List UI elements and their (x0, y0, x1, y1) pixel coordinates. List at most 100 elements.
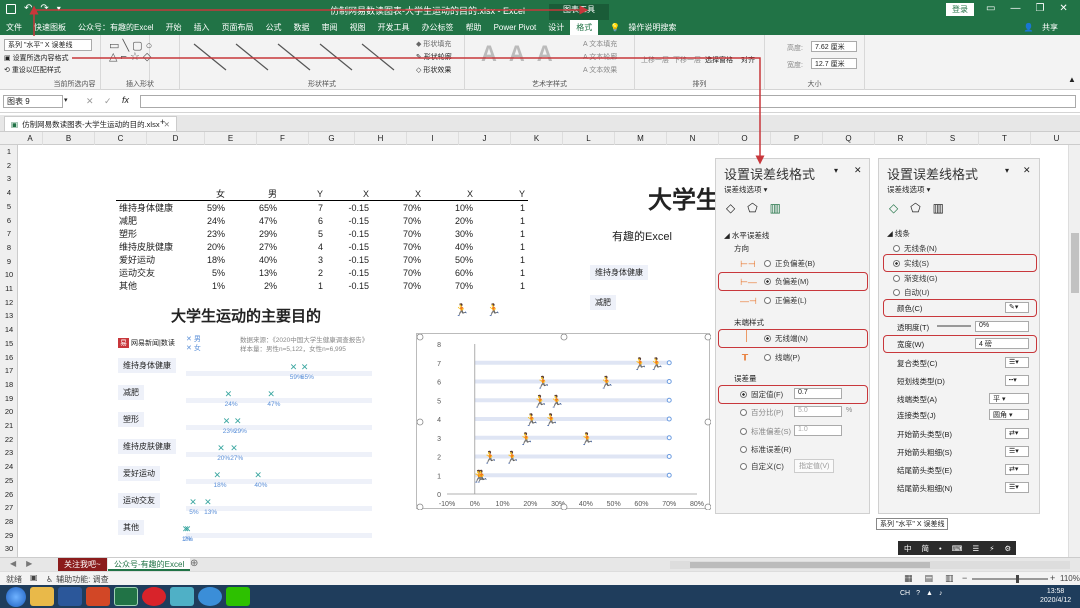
option-custom[interactable]: 自定义(C) (740, 460, 784, 473)
table-cell[interactable]: 70% (372, 214, 424, 227)
close-icon[interactable]: ✕ (1059, 3, 1067, 14)
wordart-gallery[interactable]: AAA (481, 41, 565, 67)
zoom-thumb[interactable] (1016, 575, 1019, 583)
name-box-dropdown-icon[interactable]: ▾ (64, 96, 68, 104)
table-cell[interactable]: -0.15 (326, 279, 372, 292)
column-header[interactable]: Q (823, 132, 875, 145)
column-header[interactable]: B (43, 132, 95, 145)
row-header[interactable]: 5 (0, 200, 18, 213)
row-header[interactable]: 24 (0, 460, 18, 473)
row-header[interactable]: 29 (0, 529, 18, 542)
table-cell[interactable]: 10% (424, 201, 476, 215)
tab-formulas[interactable]: 公式 (260, 20, 288, 35)
text-effect-button[interactable]: A 文本效果 (583, 65, 617, 75)
format-selection-button[interactable]: ▣ 设置所选内容格式 (4, 53, 69, 63)
radio-plus[interactable] (764, 297, 771, 304)
radio-percent[interactable] (740, 409, 747, 416)
option-minus[interactable]: 负偏差(M) (764, 275, 809, 288)
column-header[interactable]: T (979, 132, 1031, 145)
table-cell[interactable]: 维持皮肤健康 (116, 240, 176, 253)
shape-gallery[interactable]: ▭ ╲ ▢ ○ △ ⌐ ☆ ◇ (109, 41, 152, 63)
table-cell[interactable]: 13% (228, 266, 280, 279)
table-cell[interactable]: -0.15 (326, 240, 372, 253)
row-header[interactable]: 1 (0, 145, 18, 158)
column-header[interactable]: O (719, 132, 771, 145)
table-cell[interactable]: 1 (476, 279, 528, 292)
option-cap[interactable]: 线端(P) (764, 351, 800, 364)
tab-layout[interactable]: 页面布局 (216, 20, 260, 35)
row-header[interactable]: 23 (0, 446, 18, 459)
radio-solid[interactable] (893, 260, 900, 267)
table-cell[interactable]: 2% (228, 279, 280, 292)
ime-punct-icon[interactable]: • (939, 544, 942, 553)
table-cell[interactable]: -0.15 (326, 253, 372, 266)
add-sheet-button[interactable]: ⊕ (190, 558, 198, 569)
option-stddev[interactable]: 标准偏差(S) (740, 425, 791, 438)
column-header[interactable]: U (1031, 132, 1080, 145)
pane-menu-icon[interactable]: ▾ (834, 166, 838, 175)
join-type-select[interactable]: 圆角 ▾ (989, 409, 1029, 420)
bar-options-icon[interactable]: ▥ (770, 201, 781, 215)
height-input[interactable]: 7.62 厘米 (811, 41, 857, 52)
page-break-icon[interactable]: ▥ (945, 573, 954, 584)
width-input[interactable]: 12.7 厘米 (811, 58, 857, 69)
send-backward-button[interactable]: 下移一层 (673, 55, 701, 65)
radio-stderr[interactable] (740, 446, 747, 453)
normal-view-icon[interactable]: ▦ (904, 573, 913, 584)
row-header[interactable]: 3 (0, 172, 18, 185)
radio-fixed[interactable] (740, 391, 747, 398)
radio-stddev[interactable] (740, 428, 747, 435)
selection-pane-button[interactable]: 选择窗格 (705, 55, 733, 65)
ime-tray-icon[interactable]: CH (900, 590, 910, 597)
row-header[interactable]: 19 (0, 392, 18, 405)
row-header[interactable]: 16 (0, 351, 18, 364)
radio-custom[interactable] (740, 463, 747, 470)
fixed-value-input[interactable]: 0.7 (794, 388, 842, 399)
column-header[interactable]: F (257, 132, 309, 145)
pane-subtitle[interactable]: 误差线选项 ▾ (887, 184, 930, 195)
sheet-prev-icon[interactable]: ◀ (10, 559, 16, 568)
help-tray-icon[interactable]: ? (916, 590, 920, 597)
table-cell[interactable]: -0.15 (326, 201, 372, 215)
zoom-in-icon[interactable]: + (1050, 573, 1055, 583)
table-cell[interactable]: 70% (372, 227, 424, 240)
name-box[interactable]: 图表 9 (3, 95, 63, 108)
end-arrow-size-picker[interactable]: ☰▾ (1005, 482, 1029, 493)
accessibility-status[interactable]: ♿ 辅助功能: 调查 (46, 574, 109, 585)
table-cell[interactable]: 维持身体健康 (116, 201, 176, 215)
row-header[interactable]: 15 (0, 337, 18, 350)
table-cell[interactable]: 23% (176, 227, 228, 240)
width-input[interactable]: 4 磅 (975, 338, 1029, 349)
sheet-tab-main[interactable]: 公众号-有趣的Excel (108, 558, 191, 571)
option-fixed[interactable]: 固定值(F) (740, 388, 783, 401)
ime-keyboard-icon[interactable]: ⌨ (952, 544, 963, 553)
table-cell[interactable]: 29% (228, 227, 280, 240)
enter-icon[interactable]: ✓ (104, 96, 112, 107)
table-cell[interactable]: 运动交友 (116, 266, 176, 279)
radio-auto[interactable] (893, 289, 900, 296)
worksheet-grid[interactable]: 女 男 Y X X X Y 维持身体健康 59% 65% 7 -0.15 70% 10% 1 减… (18, 145, 1080, 557)
sheet-tab-follow[interactable]: 关注我吧~ (58, 558, 107, 571)
table-cell[interactable]: 减肥 (116, 214, 176, 227)
option-stderr[interactable]: 标准误差(R) (740, 443, 791, 456)
table-cell[interactable]: 40% (228, 253, 280, 266)
table-cell[interactable]: 20% (424, 214, 476, 227)
volume-icon[interactable]: ♪ (939, 590, 943, 597)
page-layout-icon[interactable]: ▤ (925, 573, 934, 584)
column-header[interactable]: K (511, 132, 563, 145)
row-header[interactable]: 13 (0, 309, 18, 322)
table-cell[interactable]: -0.15 (326, 214, 372, 227)
radio-gradient[interactable] (893, 275, 900, 282)
shape-fill-button[interactable]: ◆ 形状填充 (416, 39, 451, 49)
column-header[interactable]: L (563, 132, 615, 145)
pane-close-icon[interactable]: ✕ (1023, 165, 1031, 176)
row-header[interactable]: 14 (0, 323, 18, 336)
tab-office[interactable]: 办公标签 (416, 20, 460, 35)
scatter-chart[interactable]: 0 1 2 3 4 5 6 7 8 -10% 0% 10% 20% 30% 40% 50% 60% 70% 80% 🏃… (416, 333, 712, 511)
ime-tool-icon[interactable]: ⚡ (989, 544, 994, 553)
dash-picker[interactable]: ┅▾ (1005, 375, 1029, 386)
table-cell[interactable]: 70% (372, 253, 424, 266)
ime-mode-icon[interactable]: 中 (904, 543, 912, 554)
percent-input[interactable]: 5.0 (794, 406, 842, 417)
table-cell[interactable]: -0.15 (326, 227, 372, 240)
